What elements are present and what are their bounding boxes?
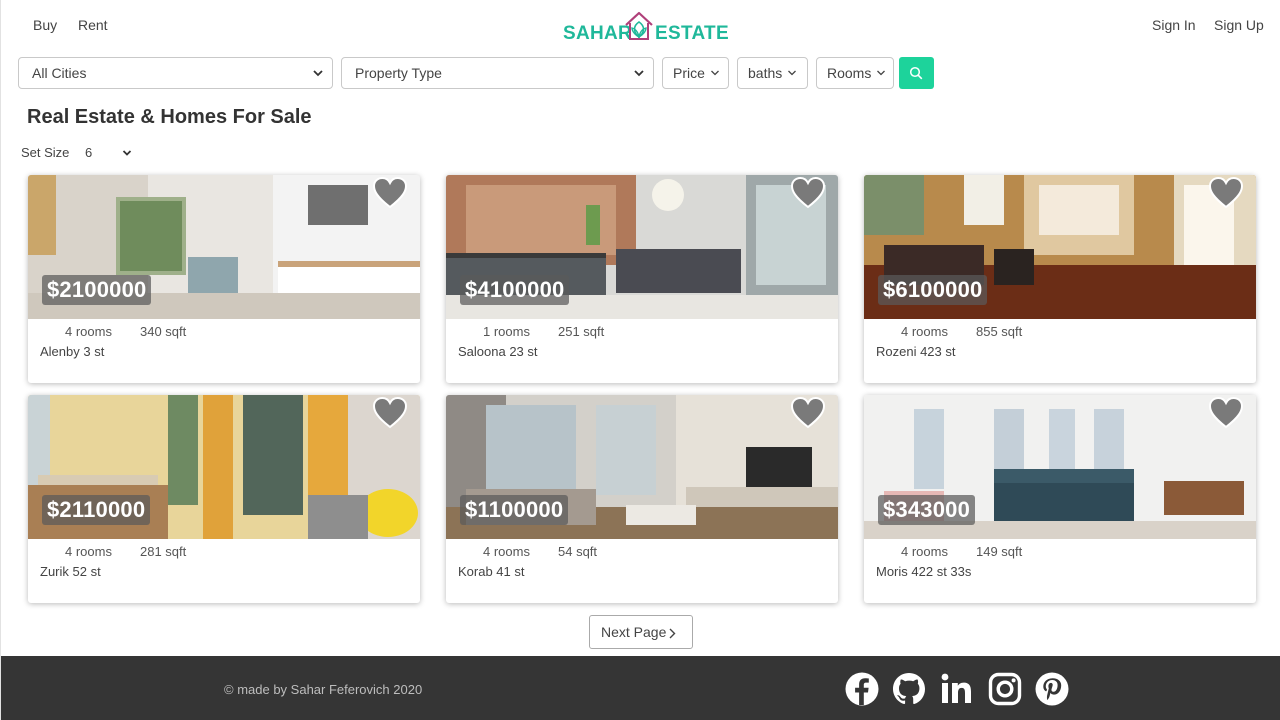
listing-sqft: 281 sqft <box>140 544 187 559</box>
listing-card[interactable]: $2110000 4 rooms 281 sqft Zurik 52 st <box>28 395 420 603</box>
chevron-down-icon <box>313 70 323 77</box>
listing-photo: $343000 <box>864 395 1256 539</box>
chevron-down-icon <box>877 70 886 76</box>
listing-rooms: 4 rooms <box>901 544 948 559</box>
listing-details: 4 rooms 855 sqft Rozeni 423 st <box>864 319 1256 383</box>
favorite-heart-icon[interactable] <box>791 397 825 429</box>
property-type-select[interactable]: Property Type <box>341 57 654 89</box>
search-button[interactable] <box>899 57 934 89</box>
site-logo[interactable]: SAHAR ESTATE <box>561 10 729 44</box>
linkedin-icon[interactable] <box>940 672 974 706</box>
listing-rooms: 4 rooms <box>65 544 112 559</box>
listing-price: $1100000 <box>460 495 569 525</box>
listing-card[interactable]: $1100000 4 rooms 54 sqft Korab 41 st <box>446 395 838 603</box>
chevron-down-icon <box>122 150 132 156</box>
favorite-heart-icon[interactable] <box>1209 397 1243 429</box>
listing-address: Alenby 3 st <box>40 344 105 359</box>
chevron-down-icon <box>634 70 644 77</box>
pinterest-icon[interactable] <box>1035 672 1069 706</box>
listing-sqft: 340 sqft <box>140 324 187 339</box>
listing-photo: $2110000 <box>28 395 420 539</box>
instagram-icon[interactable] <box>988 672 1022 706</box>
property-type-value: Property Type <box>355 65 442 81</box>
city-select-value: All Cities <box>32 65 87 81</box>
chevron-right-icon <box>669 628 676 639</box>
listing-card[interactable]: $2100000 4 rooms 340 sqft Alenby 3 st <box>28 175 420 383</box>
set-size-label: Set Size <box>21 145 70 160</box>
facebook-icon[interactable] <box>845 672 879 706</box>
listing-address: Korab 41 st <box>458 564 525 579</box>
favorite-heart-icon[interactable] <box>1209 177 1243 209</box>
listing-rooms: 4 rooms <box>901 324 948 339</box>
listing-rooms: 4 rooms <box>65 324 112 339</box>
rooms-dropdown-label: Rooms <box>827 65 872 81</box>
next-page-label: Next Page <box>601 624 667 640</box>
house-logo-icon <box>625 11 653 40</box>
listing-rooms: 4 rooms <box>483 544 530 559</box>
top-navbar: Buy Rent SAHAR ESTATE Sign In Sign Up <box>1 0 1280 50</box>
listing-details: 4 rooms 281 sqft Zurik 52 st <box>28 539 420 603</box>
set-size-select[interactable]: 6 <box>85 145 135 160</box>
listing-address: Moris 422 st 33s <box>876 564 972 579</box>
listing-price: $4100000 <box>460 275 570 305</box>
listing-photo: $6100000 <box>864 175 1256 319</box>
listing-card[interactable]: $4100000 1 rooms 251 sqft Saloona 23 st <box>446 175 838 383</box>
logo-text-left: SAHAR <box>563 23 633 44</box>
sign-up-link[interactable]: Sign Up <box>1214 17 1264 33</box>
copyright-text: © made by Sahar Feferovich 2020 <box>224 682 423 697</box>
listing-sqft: 149 sqft <box>976 544 1023 559</box>
listing-price: $6100000 <box>878 275 988 305</box>
listing-details: 4 rooms 54 sqft Korab 41 st <box>446 539 838 603</box>
set-size-value: 6 <box>85 145 93 160</box>
rooms-dropdown[interactable]: Rooms <box>816 57 894 89</box>
listing-address: Rozeni 423 st <box>876 344 956 359</box>
listing-price: $2100000 <box>42 275 152 305</box>
chevron-down-icon <box>788 70 797 76</box>
next-page-button[interactable]: Next Page <box>589 615 693 649</box>
sign-in-link[interactable]: Sign In <box>1152 17 1196 33</box>
listing-sqft: 855 sqft <box>976 324 1023 339</box>
listing-sqft: 251 sqft <box>558 324 605 339</box>
listing-rooms: 1 rooms <box>483 324 530 339</box>
listing-address: Zurik 52 st <box>40 564 101 579</box>
page-title: Real Estate & Homes For Sale <box>27 106 312 128</box>
nav-buy-link[interactable]: Buy <box>33 17 57 33</box>
baths-dropdown-label: baths <box>748 65 783 81</box>
listing-details: 1 rooms 251 sqft Saloona 23 st <box>446 319 838 383</box>
listing-price: $343000 <box>878 495 976 525</box>
listing-price: $2110000 <box>42 495 151 525</box>
search-icon <box>909 66 923 80</box>
listing-photo: $1100000 <box>446 395 838 539</box>
favorite-heart-icon[interactable] <box>373 397 407 429</box>
listing-card[interactable]: $6100000 4 rooms 855 sqft Rozeni 423 st <box>864 175 1256 383</box>
price-dropdown[interactable]: Price <box>662 57 729 89</box>
github-icon[interactable] <box>892 672 926 706</box>
city-select[interactable]: All Cities <box>18 57 333 89</box>
price-dropdown-label: Price <box>673 65 705 81</box>
nav-rent-link[interactable]: Rent <box>78 17 108 33</box>
listing-details: 4 rooms 149 sqft Moris 422 st 33s <box>864 539 1256 603</box>
listing-card[interactable]: $343000 4 rooms 149 sqft Moris 422 st 33… <box>864 395 1256 603</box>
logo-text-right: ESTATE <box>655 23 729 44</box>
footer: © made by Sahar Feferovich 2020 <box>1 656 1280 720</box>
baths-dropdown[interactable]: baths <box>737 57 808 89</box>
favorite-heart-icon[interactable] <box>373 177 407 209</box>
favorite-heart-icon[interactable] <box>791 177 825 209</box>
listing-details: 4 rooms 340 sqft Alenby 3 st <box>28 319 420 383</box>
listing-sqft: 54 sqft <box>558 544 598 559</box>
listing-address: Saloona 23 st <box>458 344 538 359</box>
chevron-down-icon <box>710 70 719 76</box>
listing-photo: $4100000 <box>446 175 838 319</box>
listing-photo: $2100000 <box>28 175 420 319</box>
